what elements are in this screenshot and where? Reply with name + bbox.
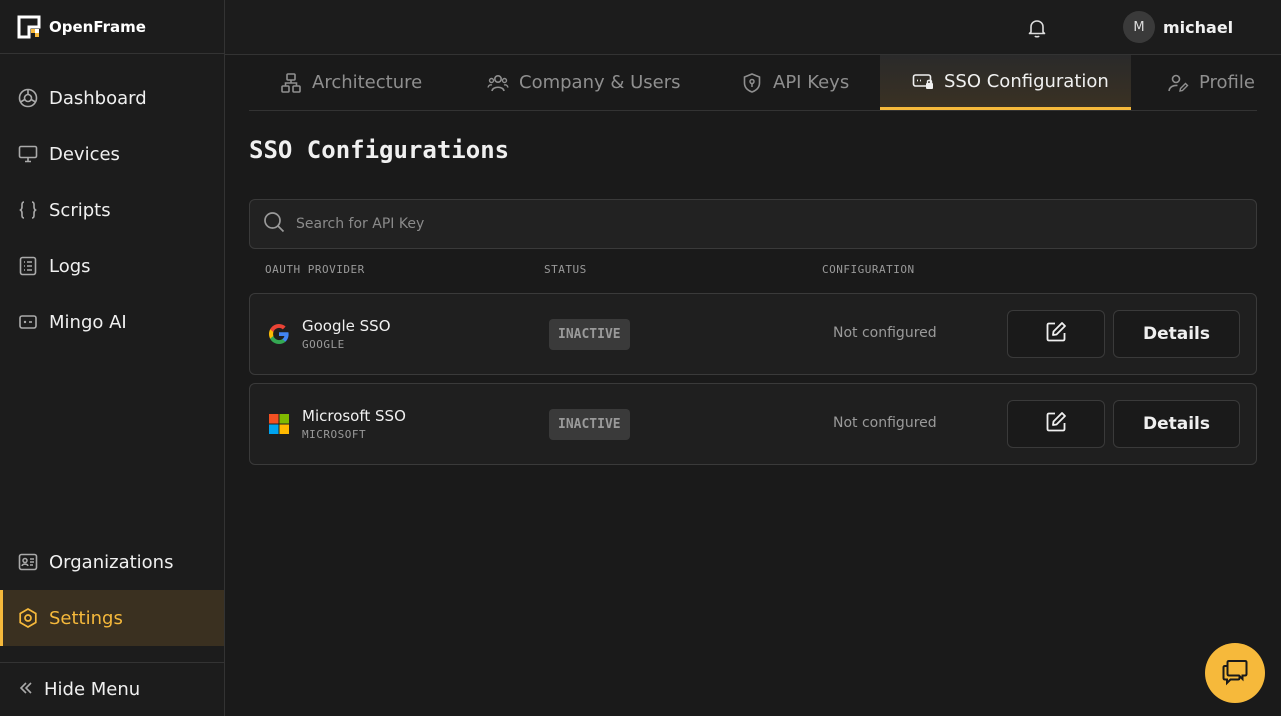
sso-lock-icon — [912, 70, 934, 92]
search-icon — [262, 210, 286, 238]
sidebar-item-label: Dashboard — [49, 87, 147, 109]
app-name: OpenFrame — [49, 17, 146, 36]
search-input[interactable] — [296, 216, 1196, 232]
table-row: Google SSO GOOGLE INACTIVE Not configure… — [249, 293, 1257, 375]
sidebar: OpenFrame Dashboard Devices Scripts Logs — [0, 0, 225, 716]
sidebar-item-settings[interactable]: Settings — [0, 590, 224, 646]
settings-icon — [18, 608, 38, 628]
chat-bubbles-icon — [1219, 655, 1251, 691]
hide-menu-button[interactable]: Hide Menu — [0, 662, 224, 716]
provider-name: Microsoft SSO — [302, 407, 406, 425]
page-title: SSO Configurations — [249, 136, 510, 164]
user-menu[interactable]: M michael — [1123, 11, 1233, 43]
braces-icon — [18, 200, 38, 220]
monitor-icon — [18, 144, 38, 164]
configuration-status: Not configured — [833, 325, 937, 341]
column-header-provider: OAUTH PROVIDER — [265, 263, 365, 276]
column-header-configuration: CONFIGURATION — [822, 263, 915, 276]
sidebar-item-devices[interactable]: Devices — [0, 126, 224, 182]
shield-key-icon — [741, 72, 763, 94]
sidebar-item-dashboard[interactable]: Dashboard — [0, 70, 224, 126]
id-card-icon — [18, 552, 38, 572]
openframe-logo-icon — [17, 15, 41, 38]
edit-button[interactable] — [1007, 310, 1105, 358]
sidebar-bottom-nav: Organizations Settings — [0, 534, 224, 646]
top-header: M michael — [225, 0, 1281, 55]
provider-code: MICROSOFT — [302, 428, 367, 441]
sidebar-item-label: Scripts — [49, 199, 111, 221]
google-icon — [267, 322, 291, 346]
hide-menu-label: Hide Menu — [44, 679, 141, 700]
tab-architecture[interactable]: Architecture — [249, 55, 445, 110]
microsoft-icon — [267, 412, 291, 436]
double-chevron-left-icon — [18, 680, 34, 700]
username: michael — [1163, 17, 1234, 37]
edit-icon — [1044, 410, 1068, 438]
status-badge: INACTIVE — [549, 319, 630, 350]
architecture-icon — [280, 72, 302, 94]
table-row: Microsoft SSO MICROSOFT INACTIVE Not con… — [249, 383, 1257, 465]
chat-support-button[interactable] — [1205, 643, 1265, 703]
provider-name: Google SSO — [302, 317, 391, 335]
profile-edit-icon — [1167, 72, 1189, 94]
tab-label: SSO Configuration — [944, 70, 1109, 92]
avatar: M — [1123, 11, 1155, 43]
tab-label: Profile — [1199, 72, 1255, 93]
tab-label: Company & Users — [519, 72, 681, 93]
details-button[interactable]: Details — [1113, 310, 1240, 358]
notifications-bell-icon[interactable] — [1025, 16, 1049, 40]
settings-tabs: Architecture Company & Users API Keys SS… — [249, 55, 1257, 111]
tab-api-keys[interactable]: API Keys — [741, 55, 881, 110]
sidebar-item-scripts[interactable]: Scripts — [0, 182, 224, 238]
logo[interactable]: OpenFrame — [0, 0, 224, 54]
tab-label: API Keys — [773, 72, 850, 93]
edit-icon — [1044, 320, 1068, 348]
details-button[interactable]: Details — [1113, 400, 1240, 448]
tab-profile[interactable]: Profile — [1167, 55, 1257, 110]
sidebar-item-label: Devices — [49, 143, 120, 165]
log-list-icon — [18, 256, 38, 276]
search-bar — [249, 199, 1257, 249]
sidebar-item-organizations[interactable]: Organizations — [0, 534, 224, 590]
sidebar-item-label: Settings — [49, 607, 123, 629]
users-icon — [487, 72, 509, 94]
tab-label: Architecture — [312, 72, 423, 93]
sidebar-item-label: Mingo AI — [49, 311, 127, 333]
sidebar-nav: Dashboard Devices Scripts Logs Mingo AI — [0, 54, 224, 350]
edit-button[interactable] — [1007, 400, 1105, 448]
column-header-status: STATUS — [544, 263, 587, 276]
dashboard-icon — [18, 88, 38, 108]
sidebar-item-label: Organizations — [49, 551, 174, 573]
sidebar-item-mingo-ai[interactable]: Mingo AI — [0, 294, 224, 350]
tab-company-users[interactable]: Company & Users — [487, 55, 707, 110]
ai-chat-icon — [18, 312, 38, 332]
sidebar-item-logs[interactable]: Logs — [0, 238, 224, 294]
tab-sso-configuration[interactable]: SSO Configuration — [880, 55, 1131, 110]
configuration-status: Not configured — [833, 415, 937, 431]
status-badge: INACTIVE — [549, 409, 630, 440]
provider-code: GOOGLE — [302, 338, 345, 351]
sidebar-item-label: Logs — [49, 255, 91, 277]
